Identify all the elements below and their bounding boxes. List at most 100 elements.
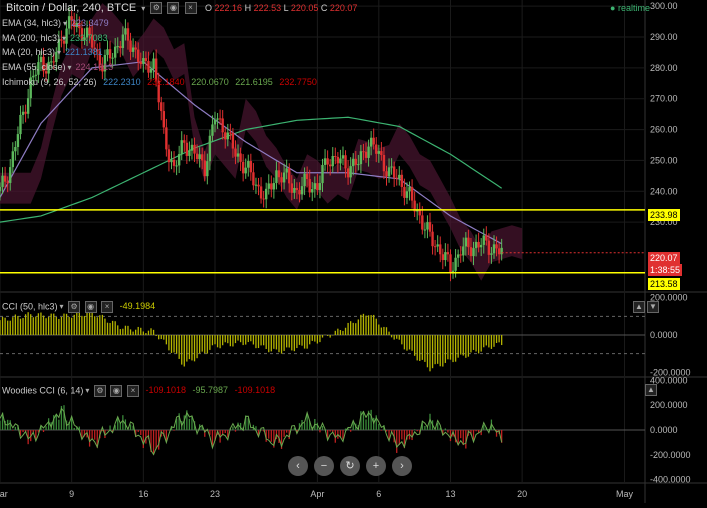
close-icon[interactable]: × [101,301,114,313]
symbol-header[interactable]: Bitcoin / Dollar, 240, BTCE ▾ ⚙ ◉ × [6,2,197,15]
candle-body [367,146,370,158]
chevron-down-icon[interactable]: ▾ [63,19,67,28]
candle-body [224,132,227,140]
candle-body [318,183,322,190]
pane-down-icon[interactable]: ▼ [647,300,659,313]
candle-body [474,241,478,249]
chevron-down-icon[interactable]: ▾ [68,63,72,72]
indicator-ma200[interactable]: MA (200, hlc3) ▾ 232.7083 [2,33,108,43]
x-tick-label: 23 [210,489,220,499]
chevron-down-icon[interactable]: ▾ [141,4,145,13]
scroll-left-icon[interactable]: ‹ [288,456,308,476]
candle-body [177,154,181,166]
settings-icon[interactable]: ⚙ [68,301,81,313]
candle-body [0,186,2,192]
x-tick-label: 9 [69,489,74,499]
chart-canvas[interactable]: Mar 9 16 23 Apr 6 13 20 May 300.00 290.00 280.00 270… [0,0,707,503]
indicator-ichimoku[interactable]: Ichimoku (9, 26, 52, 26) 222.2310 232.18… [2,77,317,87]
indicator-ma20[interactable]: MA (20, hlc3) ▾ 221.1381 [2,47,103,57]
close-icon[interactable]: × [184,2,197,15]
series-line [0,61,502,245]
indicator-woodies[interactable]: Woodies CCI (6, 14) ▾ ⚙ ◉ × -109.1018 -95… [2,385,275,397]
candle-body [172,159,176,166]
candle-body [188,150,191,156]
ohlc-o: 222.16 [214,3,243,13]
ohlc-h-label: H [244,3,252,13]
candle-body [495,244,498,249]
candle-body [305,173,309,180]
candle-body [121,34,125,48]
candle-body [392,166,396,178]
candle-body [295,187,299,191]
zoom-in-icon[interactable]: + [366,456,386,476]
candle-body [328,164,332,167]
y-tick-label: 0.0000 [650,330,678,340]
settings-icon[interactable]: ⚙ [93,385,106,397]
candle-body [236,153,240,157]
indicator-ema55[interactable]: EMA (55, close) ▾ 224.1013 [2,62,113,72]
candle-body [277,170,281,178]
close-icon[interactable]: × [126,385,139,397]
ohlc-h: 222.53 [253,3,282,13]
candle-body [282,172,286,183]
candle-body [213,119,217,125]
candle-body [303,173,306,187]
indicator-cci[interactable]: CCI (50, hlc3) ▾ ⚙ ◉ × -49.1984 [2,301,155,313]
candle-body [349,166,352,178]
indicator-value: 232.1840 [147,77,185,87]
candle-body [180,140,183,155]
chevron-down-icon[interactable]: ▾ [85,386,89,395]
reset-icon[interactable]: ↻ [340,456,360,476]
candle-body [19,114,22,135]
settings-icon[interactable]: ⚙ [150,2,163,15]
candle-body [247,161,250,168]
candle-body [293,187,296,193]
candle-body [129,40,132,52]
eye-icon[interactable]: ◉ [84,301,97,313]
candle-body [218,118,222,120]
scroll-right-icon[interactable]: › [392,456,412,476]
eye-icon[interactable]: ◉ [110,385,123,397]
zoom-out-icon[interactable]: − [314,456,334,476]
candle-body [152,58,155,69]
chart-root: Mar 9 16 23 Apr 6 13 20 May 300.00 290.00 280.00 270… [0,0,707,503]
candle-body [492,244,496,254]
pane-up-icon[interactable]: ▲ [633,300,645,313]
indicator-ema34[interactable]: EMA (34, hlc3) ▾ 223.3479 [2,18,109,28]
pane-up-icon[interactable]: ▲ [645,383,657,396]
candle-body [183,140,186,143]
y-tick-label: 260.00 [650,125,678,135]
y-tick-label: 0.0000 [650,425,678,435]
candle-body [446,252,450,255]
candle-body [431,231,434,247]
candle-body [254,184,258,186]
candle-body [113,46,117,58]
candle-body [477,241,480,248]
candle-body [346,168,350,178]
chevron-down-icon[interactable]: ▾ [57,48,61,57]
candle-body [241,161,245,174]
candle-body [311,189,314,193]
candle-body [387,167,391,177]
candle-body [108,49,112,59]
chevron-down-icon[interactable]: ▾ [60,302,64,311]
x-tick-label: May [616,489,634,499]
candle-body [298,190,301,195]
chevron-down-icon[interactable]: ▾ [62,34,66,43]
candle-body [216,118,219,120]
pane-controls: ▲ ▼ [631,298,659,316]
candle-body [252,172,255,186]
y-tick-label: -200.0000 [650,450,691,460]
eye-icon[interactable]: ◉ [167,2,180,15]
candle-body [270,183,273,190]
ohlc-readout: O 222.16 H 222.53 L 220.05 C 220.07 [205,3,357,13]
candle-body [6,181,9,183]
candle-body [487,240,491,255]
countdown-label: 1:38:55 [648,264,683,276]
candle-body [257,184,260,187]
y-tick-label: 240.00 [650,186,678,196]
candle-body [444,252,447,261]
candle-body [390,166,393,168]
y-tick-label: 280.00 [650,63,678,73]
candle-body [490,253,493,255]
